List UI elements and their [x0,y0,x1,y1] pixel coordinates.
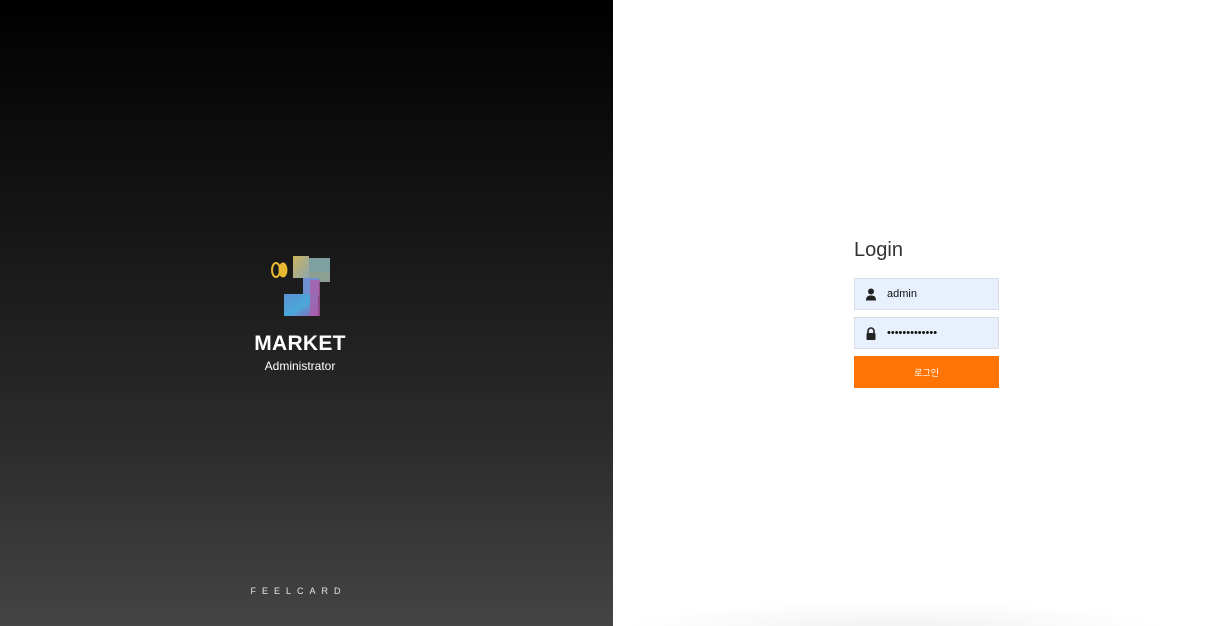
username-field[interactable] [854,278,999,310]
brand-subtitle: Administrator [264,359,336,373]
market-logo-icon [271,256,330,316]
login-title: Login [854,239,903,261]
password-input[interactable] [887,318,995,348]
password-field[interactable] [854,317,999,349]
brand-title: MARKET [254,332,346,355]
username-input[interactable] [887,279,995,309]
branding-panel: MARKET Administrator FEELCARD [0,0,613,626]
lock-icon [866,327,876,340]
login-panel [613,0,1226,626]
login-button[interactable]: 로그인 [854,356,999,388]
user-icon [866,288,876,301]
footer-brand: FEELCARD [250,586,347,596]
bottom-shadow [613,600,1173,626]
